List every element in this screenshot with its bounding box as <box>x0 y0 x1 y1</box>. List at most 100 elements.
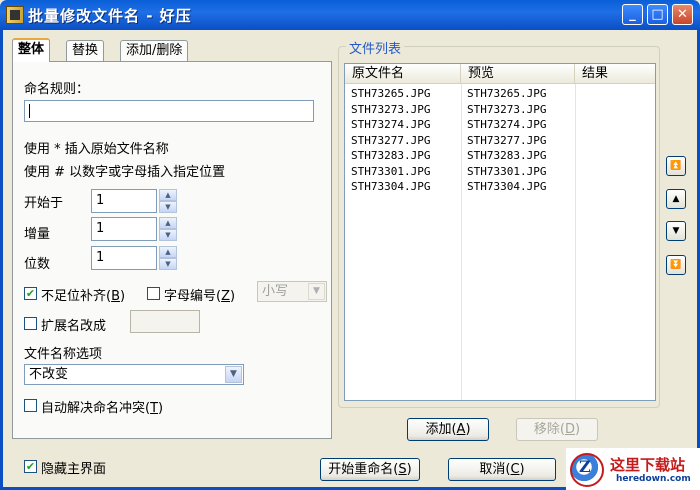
ext-input[interactable] <box>130 310 200 333</box>
window-title: 批量修改文件名 - 好压 <box>28 7 192 25</box>
app-icon <box>6 6 24 24</box>
table-row[interactable]: STH73277.JPG STH73277.JPG <box>345 133 655 148</box>
table-row[interactable]: STH73274.JPG STH73274.JPG <box>345 117 655 132</box>
case-select-value: 小写 <box>262 284 289 299</box>
cell-original: STH73283.JPG <box>351 149 431 162</box>
cell-original: STH73304.JPG <box>351 180 431 193</box>
start-rename-button[interactable]: 开始重命名(S) <box>320 458 420 481</box>
letter-label-text: 字母编号 <box>164 289 217 304</box>
auto-resolve-hotkey: T <box>150 401 159 416</box>
hide-main-checkbox[interactable]: ✔ <box>24 460 37 473</box>
add-button[interactable]: 添加(A) <box>407 418 489 441</box>
move-bottom-button[interactable]: ⏬ <box>666 255 686 275</box>
move-up-button[interactable]: ▲ <box>666 189 686 209</box>
pad-hotkey: B <box>111 289 121 304</box>
cell-original: STH73301.JPG <box>351 164 431 178</box>
tab-replace[interactable]: 替换 <box>66 40 105 62</box>
cell-preview: STH73274.JPG <box>467 118 547 131</box>
title-bar: 批量修改文件名 - 好压 _ □ ✕ <box>0 0 700 30</box>
spin-up-icon[interactable]: ▲ <box>159 217 177 229</box>
file-list-header: 原文件名 预览 结果 <box>345 64 655 84</box>
column-preview[interactable]: 预览 <box>461 64 575 84</box>
start-rename-hotkey: S <box>398 462 407 477</box>
rule-input[interactable] <box>24 100 314 122</box>
start-label: 开始于 <box>24 196 64 211</box>
column-result[interactable]: 结果 <box>575 64 655 84</box>
cancel-hotkey: C <box>510 462 520 477</box>
start-rename-label: 开始重命名 <box>328 462 394 477</box>
remove-button[interactable]: 移除(D) <box>516 418 598 441</box>
cell-original: STH73265.JPG <box>351 87 431 100</box>
file-list[interactable]: 原文件名 预览 结果 STH73265.JPG STH73265.JPG STH73… <box>344 63 656 401</box>
cancel-button[interactable]: 取消(C) <box>448 458 556 481</box>
hint-hash: 使用 # 以数字或字母插入指定位置 <box>24 165 226 180</box>
table-row[interactable]: STH73304.JPG STH73304.JPG <box>345 179 655 194</box>
cell-original: STH73277.JPG <box>351 133 431 147</box>
spin-up-icon[interactable]: ▲ <box>159 246 177 258</box>
column-original[interactable]: 原文件名 <box>345 64 461 84</box>
watermark-letter: Z <box>579 457 591 476</box>
hint-star: 使用 * 插入原始文件名称 <box>24 142 169 157</box>
table-row[interactable]: STH73265.JPG STH73265.JPG <box>345 86 655 101</box>
tab-add-remove[interactable]: 添加/删除 <box>120 40 189 62</box>
cell-preview: STH73273.JPG <box>467 102 547 116</box>
pad-checkbox[interactable]: ✔ <box>24 287 37 300</box>
table-row[interactable]: STH73301.JPG STH73301.JPG <box>345 164 655 179</box>
options-select[interactable]: 不改变 ▼ <box>24 364 244 385</box>
tab-overall[interactable]: 整体 <box>12 38 51 62</box>
cell-preview: STH73277.JPG <box>467 133 547 147</box>
watermark-brand: 这里下载站 <box>610 456 686 474</box>
spin-down-icon[interactable]: ▼ <box>159 258 177 270</box>
move-top-button[interactable]: ⏫ <box>666 156 686 176</box>
increment-input[interactable]: 1 <box>91 217 157 241</box>
start-input[interactable]: 1 <box>91 189 157 213</box>
case-select[interactable]: 小写 ▼ <box>257 281 327 302</box>
text-caret <box>29 104 30 118</box>
options-select-value: 不改变 <box>29 367 69 382</box>
settings-panel: 命名规则： 使用 * 插入原始文件名称 使用 # 以数字或字母插入指定位置 开始… <box>12 61 332 439</box>
auto-resolve-text: 自动解决命名冲突 <box>41 401 146 416</box>
remove-button-label: 移除 <box>533 422 560 437</box>
watermark-logo: Z 这里下载站 heredown.com <box>566 448 700 490</box>
hide-main-label: 隐藏主界面 <box>41 462 107 477</box>
chevron-down-icon[interactable]: ▼ <box>308 283 325 300</box>
move-down-button[interactable]: ▼ <box>666 221 686 241</box>
auto-resolve-label: 自动解决命名冲突(T) <box>41 401 164 416</box>
chevron-down-icon[interactable]: ▼ <box>225 366 242 383</box>
rule-label: 命名规则： <box>24 82 90 97</box>
cancel-label: 取消 <box>479 462 506 477</box>
close-button[interactable]: ✕ <box>672 4 693 25</box>
cell-preview: STH73265.JPG <box>467 87 547 100</box>
spin-up-icon[interactable]: ▲ <box>159 189 177 201</box>
digits-input[interactable]: 1 <box>91 246 157 270</box>
minimize-button[interactable]: _ <box>622 4 643 25</box>
table-row[interactable]: STH73273.JPG STH73273.JPG <box>345 102 655 117</box>
digits-label: 位数 <box>24 257 51 272</box>
table-row[interactable]: STH73283.JPG STH73283.JPG <box>345 148 655 163</box>
auto-resolve-checkbox[interactable] <box>24 399 37 412</box>
cell-preview: STH73301.JPG <box>467 164 547 178</box>
ext-label: 扩展名改成 <box>41 319 107 334</box>
file-list-label: 文件列表 <box>346 38 405 57</box>
cell-preview: STH73283.JPG <box>467 149 547 162</box>
add-hotkey: A <box>456 422 466 437</box>
spin-down-icon[interactable]: ▼ <box>159 229 177 241</box>
letter-checkbox[interactable] <box>147 287 160 300</box>
add-button-label: 添加 <box>425 422 452 437</box>
cell-preview: STH73304.JPG <box>467 180 547 193</box>
cell-original: STH73273.JPG <box>351 102 431 116</box>
ext-checkbox[interactable] <box>24 317 37 330</box>
maximize-button[interactable]: □ <box>647 4 668 25</box>
watermark-url: heredown.com <box>616 474 691 484</box>
digits-spinner[interactable]: ▲ ▼ <box>159 246 177 270</box>
pad-label-text: 不足位补齐 <box>41 289 107 304</box>
pad-label: 不足位补齐(B) <box>41 289 126 304</box>
increment-spinner[interactable]: ▲ ▼ <box>159 217 177 241</box>
letter-label: 字母编号(Z) <box>164 289 236 304</box>
options-label: 文件名称选项 <box>24 347 103 362</box>
cell-original: STH73274.JPG <box>351 118 431 131</box>
start-spinner[interactable]: ▲ ▼ <box>159 189 177 213</box>
increment-label: 增量 <box>24 227 51 242</box>
letter-hotkey: Z <box>221 289 230 304</box>
spin-down-icon[interactable]: ▼ <box>159 201 177 213</box>
